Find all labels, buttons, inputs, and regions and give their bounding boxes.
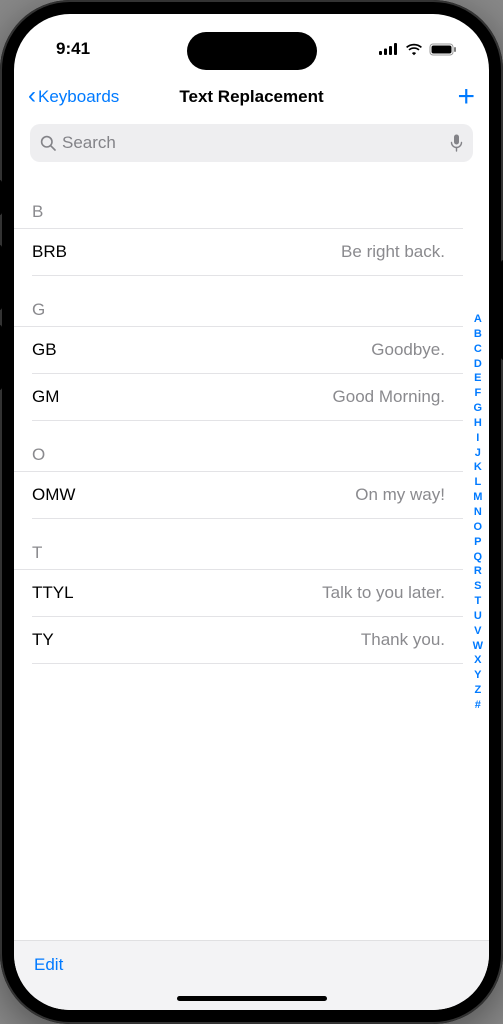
plus-icon: + [457,80,475,113]
home-indicator[interactable] [177,996,327,1001]
index-letter[interactable]: K [473,460,483,475]
index-letter[interactable]: F [473,386,483,401]
index-letter[interactable]: A [473,312,483,327]
section-header: G [14,276,463,327]
index-letter[interactable]: U [473,609,483,624]
table-row[interactable]: GM Good Morning. [14,374,463,420]
index-letter[interactable]: M [473,490,483,505]
back-button[interactable]: ‹ Keyboards [28,86,119,108]
index-letter[interactable]: X [473,653,483,668]
phone-frame: 9:41 ‹ Keyboards Text Replacement + [0,0,503,1024]
table-row[interactable]: BRB Be right back. [14,229,463,275]
phrase-text: Thank you. [361,630,445,650]
index-letter[interactable]: W [473,639,483,654]
phrase-text: Good Morning. [333,387,445,407]
search-input[interactable] [62,133,444,153]
index-letter[interactable]: E [473,371,483,386]
screen: 9:41 ‹ Keyboards Text Replacement + [14,14,489,1010]
back-label: Keyboards [38,87,119,107]
index-letter[interactable]: Y [473,668,483,683]
index-letter[interactable]: N [473,505,483,520]
phrase-text: Be right back. [341,242,445,262]
index-letter[interactable]: R [473,564,483,579]
wifi-icon [405,43,423,56]
chevron-left-icon: ‹ [28,84,36,108]
page-title: Text Replacement [179,87,323,107]
index-letter[interactable]: S [473,579,483,594]
shortcut-text: GB [32,340,57,360]
shortcut-text: OMW [32,485,75,505]
index-letter[interactable]: B [473,327,483,342]
status-time: 9:41 [56,39,90,59]
index-letter[interactable]: H [473,416,483,431]
index-letter[interactable]: P [473,535,483,550]
content-area: BBRBBe right back.GGBGoodbye.GMGood Morn… [14,172,489,940]
dynamic-island [187,32,317,70]
shortcut-text: BRB [32,242,67,262]
battery-icon [429,43,457,56]
search-icon [40,135,56,151]
search-field[interactable] [30,124,473,162]
table-row[interactable]: OMW On my way! [14,472,463,518]
mic-icon[interactable] [450,134,463,152]
index-letter[interactable]: D [473,357,483,372]
index-letter[interactable]: L [473,475,483,490]
index-letter[interactable]: T [473,594,483,609]
phrase-text: Goodbye. [371,340,445,360]
shortcut-text: TY [32,630,54,650]
index-letter[interactable]: I [473,431,483,446]
index-letter[interactable]: V [473,624,483,639]
index-bar[interactable]: ABCDEFGHIJKLMNOPQRSTUVWXYZ# [473,312,483,713]
phrase-text: Talk to you later. [322,583,445,603]
section-header: B [14,172,463,229]
index-letter[interactable]: Q [473,550,483,565]
index-letter[interactable]: # [473,698,483,713]
index-letter[interactable]: C [473,342,483,357]
table-row[interactable]: TY Thank you. [14,617,463,663]
shortcut-text: GM [32,387,59,407]
nav-bar: ‹ Keyboards Text Replacement + [14,74,489,120]
shortcut-text: TTYL [32,583,74,603]
table-row[interactable]: GB Goodbye. [14,327,463,373]
phrase-text: On my way! [355,485,445,505]
index-letter[interactable]: Z [473,683,483,698]
index-letter[interactable]: G [473,401,483,416]
section-header: O [14,421,463,472]
edit-button[interactable]: Edit [34,955,63,975]
index-letter[interactable]: O [473,520,483,535]
section-header: T [14,519,463,570]
index-letter[interactable]: J [473,446,483,461]
table-row[interactable]: TTYL Talk to you later. [14,570,463,616]
add-button[interactable]: + [457,82,475,112]
cellular-icon [379,43,399,55]
